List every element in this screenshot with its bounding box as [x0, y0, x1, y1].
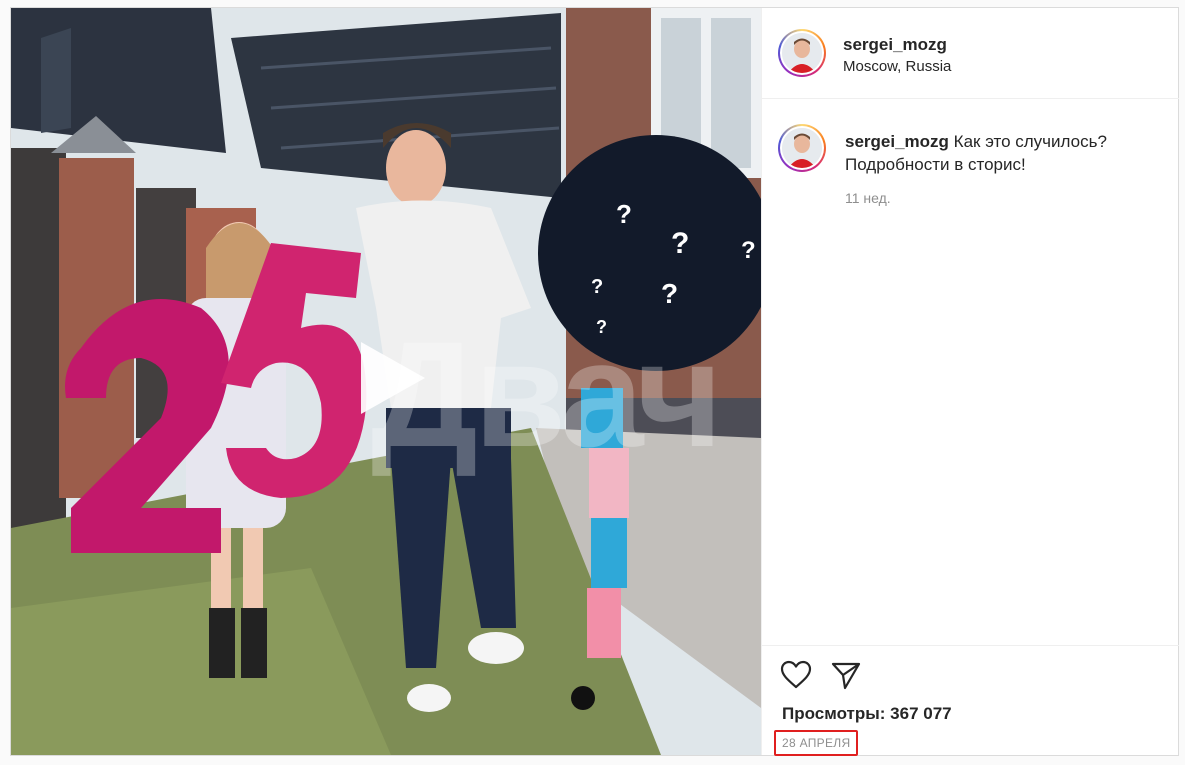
action-bar: Просмотры: 367 077 28 АПРЕЛЯ [762, 645, 1179, 756]
svg-text:?: ? [671, 227, 689, 260]
post-header: sergei_mozg Moscow, Russia [762, 8, 1179, 99]
svg-text:?: ? [741, 237, 756, 264]
video-frame[interactable]: ? ? ? ? ? ? Двач [11, 8, 761, 755]
post-date[interactable]: 28 АПРЕЛЯ [774, 730, 859, 756]
instagram-post: ? ? ? ? ? ? Двач sergei_mozg Moscow, Rus… [10, 7, 1179, 756]
svg-text:?: ? [616, 199, 632, 229]
views-count: Просмотры: 367 077 [782, 704, 952, 723]
avatar[interactable] [778, 29, 826, 77]
avatar-image [782, 128, 822, 168]
svg-text:?: ? [591, 276, 603, 298]
post-sidebar: sergei_mozg Moscow, Russia sergei_mozg К… [761, 8, 1179, 756]
location-link[interactable]: Moscow, Russia [843, 58, 951, 75]
post-age[interactable]: 11 нед. [845, 190, 891, 206]
share-icon[interactable] [830, 660, 862, 690]
caption-username[interactable]: sergei_mozg [845, 132, 949, 151]
play-icon[interactable] [349, 338, 429, 418]
avatar-image [782, 33, 822, 73]
heart-icon[interactable] [780, 660, 812, 690]
header-username[interactable]: sergei_mozg [843, 35, 947, 55]
caption-avatar[interactable] [778, 124, 826, 172]
caption-text: sergei_mozg Как это случилось? Подробнос… [845, 130, 1165, 176]
svg-text:?: ? [661, 278, 678, 309]
svg-text:?: ? [596, 317, 607, 337]
